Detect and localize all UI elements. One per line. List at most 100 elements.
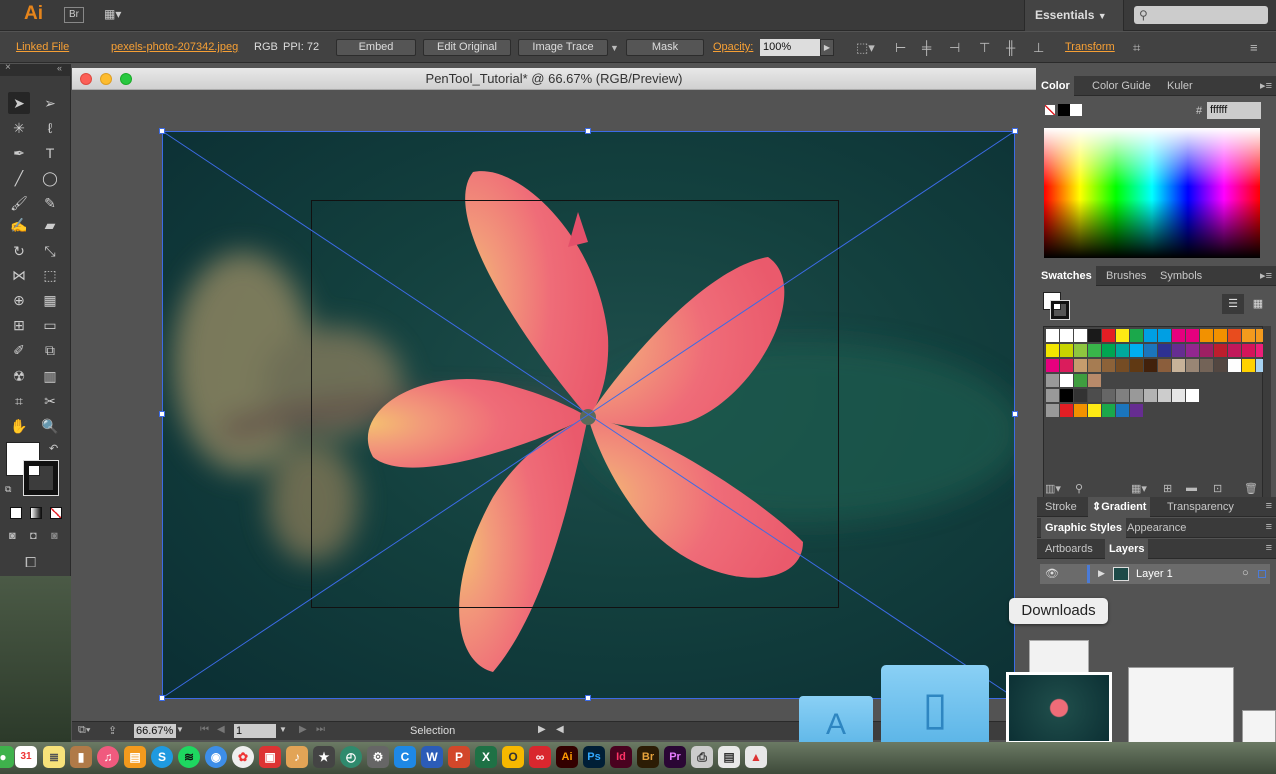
close-window-icon[interactable] [80, 73, 92, 85]
photoshop-app-icon[interactable]: Ps [583, 746, 605, 768]
color-swatch[interactable] [1242, 359, 1255, 372]
printer-icon[interactable]: ⎙ [691, 746, 713, 768]
color-swatch[interactable] [1046, 359, 1059, 372]
color-swatch[interactable] [1088, 359, 1101, 372]
zoom-tool-icon[interactable]: 🔍 [39, 415, 61, 437]
color-swatch[interactable] [1060, 404, 1073, 417]
premiere-app-icon[interactable]: Pr [664, 746, 686, 768]
color-swatch[interactable] [1130, 329, 1143, 342]
linked-file-link[interactable]: Linked File [16, 41, 69, 53]
bridge-app-icon[interactable]: Br [637, 746, 659, 768]
hex-input[interactable]: ffffff [1207, 102, 1261, 119]
color-swatch[interactable] [1228, 359, 1241, 372]
eyedropper-tool-icon[interactable]: ✐ [8, 339, 30, 361]
color-swatch[interactable] [1116, 404, 1129, 417]
scroll-left-icon[interactable]: ◀ [556, 724, 564, 735]
color-swatch[interactable] [1214, 329, 1227, 342]
white-color-swatch[interactable] [1070, 104, 1082, 116]
color-swatch[interactable] [1060, 359, 1073, 372]
bridge-button[interactable]: Br [64, 7, 84, 23]
photos-icon[interactable]: ✿ [232, 746, 254, 768]
gradient-tool-icon[interactable]: ▭ [39, 314, 61, 336]
color-swatch[interactable] [1172, 329, 1185, 342]
illustrator-app-icon[interactable]: Ai [556, 746, 578, 768]
arrange-documents-button[interactable]: ▦▾ [104, 7, 130, 23]
align-left-icon[interactable]: ⊢ [895, 41, 906, 54]
column-graph-tool-icon[interactable]: ▥ [39, 365, 61, 387]
artboard-tool-icon[interactable]: ⌗ [8, 390, 30, 412]
download-document-thumbnail[interactable] [1029, 640, 1089, 675]
perspective-grid-tool-icon[interactable]: ▦ [39, 289, 61, 311]
color-swatch[interactable] [1186, 389, 1199, 402]
tab-graphic-styles[interactable]: Graphic Styles [1041, 518, 1127, 538]
calendar-icon[interactable]: 31 [15, 746, 37, 768]
mesh-tool-icon[interactable]: ⊞ [8, 314, 30, 336]
color-swatch[interactable] [1228, 329, 1241, 342]
color-swatch[interactable] [1116, 329, 1129, 342]
tab-artboards[interactable]: Artboards [1041, 539, 1097, 559]
color-swatch[interactable] [1144, 344, 1157, 357]
color-swatch[interactable] [1060, 344, 1073, 357]
color-swatch[interactable] [1088, 404, 1101, 417]
eye-icon[interactable]: 👁 [1045, 567, 1059, 580]
free-transform-tool-icon[interactable]: ⬚ [39, 264, 61, 286]
indesign-app-icon[interactable]: Id [610, 746, 632, 768]
selection-indicator[interactable] [1258, 570, 1266, 578]
panel-menu-icon[interactable]: ≡ [1266, 500, 1272, 512]
color-spectrum[interactable] [1044, 128, 1260, 258]
color-swatch[interactable] [1088, 374, 1101, 387]
tab-layers[interactable]: Layers [1105, 539, 1149, 559]
color-swatch[interactable] [1074, 359, 1087, 372]
last-artboard-icon[interactable]: ⏭ [316, 724, 325, 735]
hand-tool-icon[interactable]: ✋ [8, 415, 30, 437]
color-swatch[interactable] [1144, 329, 1157, 342]
color-swatch[interactable] [1130, 344, 1143, 357]
image-trace-dropdown-icon[interactable]: ▼ [610, 42, 619, 55]
color-swatch[interactable] [1186, 359, 1199, 372]
workspace-switcher[interactable]: Essentials ▼ [1024, 0, 1124, 31]
color-swatch[interactable] [1102, 329, 1115, 342]
paintbrush-tool-icon[interactable]: 🖌 [8, 192, 30, 214]
color-swatch[interactable] [1242, 344, 1255, 357]
color-swatch[interactable] [1088, 344, 1101, 357]
align-center-icon[interactable]: ╪ [922, 41, 931, 54]
artboard-dropdown-icon[interactable]: ▼ [279, 725, 287, 734]
draw-normal-icon[interactable]: ◙ [9, 530, 16, 542]
next-artboard-icon[interactable]: ▶ [299, 724, 307, 735]
scale-tool-icon[interactable]: ⤡ [39, 240, 61, 262]
opacity-arrow-icon[interactable]: ▶ [820, 39, 834, 56]
opacity-input[interactable]: 100% [760, 39, 820, 56]
color-swatch[interactable] [1158, 329, 1171, 342]
color-swatch[interactable] [1130, 404, 1143, 417]
share-icon[interactable]: ⇪ [108, 724, 117, 737]
system-preferences-icon[interactable]: ⚙ [367, 746, 389, 768]
draw-inside-icon[interactable]: ◙ [51, 530, 58, 542]
filename-link[interactable]: pexels-photo-207342.jpeg [111, 41, 238, 53]
color-swatch[interactable] [1200, 329, 1213, 342]
creative-cloud-sync-icon[interactable]: C [394, 746, 416, 768]
color-swatch[interactable] [1074, 329, 1087, 342]
list-view-icon[interactable]: ☰ [1222, 294, 1244, 314]
color-swatch[interactable] [1172, 359, 1185, 372]
edit-original-button[interactable]: Edit Original [423, 39, 511, 56]
color-swatch[interactable] [1074, 404, 1087, 417]
color-swatch[interactable] [1186, 329, 1199, 342]
photo-booth-icon[interactable]: ▣ [259, 746, 281, 768]
layer-row[interactable]: 👁 ▶ Layer 1 ○ [1040, 564, 1270, 584]
skype-icon[interactable]: S [151, 746, 173, 768]
powerpoint-icon[interactable]: P [448, 746, 470, 768]
color-swatch[interactable] [1102, 359, 1115, 372]
color-swatch[interactable] [1172, 389, 1185, 402]
previous-artboard-icon[interactable]: ◀ [217, 724, 225, 735]
artboard-number-input[interactable]: 1 [234, 724, 276, 738]
direct-selection-tool-icon[interactable]: ➢ [39, 92, 61, 114]
swap-fill-stroke-icon[interactable]: ↶ [49, 442, 58, 455]
none-mode-icon[interactable] [50, 507, 62, 519]
color-swatch[interactable] [1200, 359, 1213, 372]
acrobat-icon[interactable]: ▲ [745, 746, 767, 768]
opacity-label[interactable]: Opacity: [713, 41, 753, 53]
minimize-window-icon[interactable] [100, 73, 112, 85]
creative-cloud-icon[interactable]: ∞ [529, 746, 551, 768]
color-swatch[interactable] [1116, 359, 1129, 372]
selection-tool-icon[interactable]: ➤ [8, 92, 30, 114]
